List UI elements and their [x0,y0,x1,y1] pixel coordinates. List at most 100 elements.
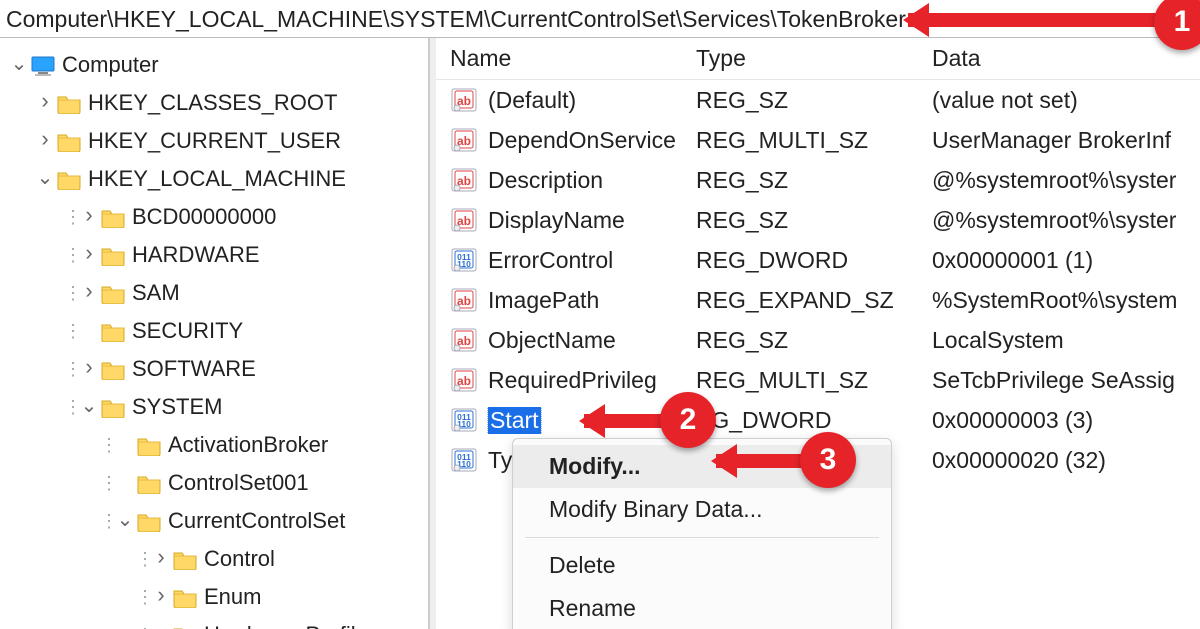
menu-separator [525,537,879,538]
tree-label: HARDWARE [130,242,260,268]
column-headers[interactable]: Name Type Data [436,38,1200,80]
chevron-right-icon[interactable] [150,584,172,610]
value-data: 0x00000001 (1) [932,247,1200,274]
value-row[interactable]: ErrorControl REG_DWORD0x00000001 (1) [436,240,1200,280]
folder-icon [100,282,126,304]
tree-line: ⋮ [100,511,114,532]
col-type[interactable]: Type [696,45,932,72]
folder-icon [56,130,82,152]
tree-line: ⋮ [64,359,78,380]
tree-node-hkcu[interactable]: HKEY_CURRENT_USER [8,122,428,160]
col-data[interactable]: Data [932,45,1200,72]
value-data: @%systemroot%\syster [932,167,1200,194]
tree-pane[interactable]: Computer HKEY_CLASSES_ROOT HKEY_CURRENT_… [0,38,430,629]
col-name[interactable]: Name [436,45,696,72]
menu-rename[interactable]: Rename [513,587,891,629]
folder-icon [56,168,82,190]
value-name: RequiredPrivileg [488,367,657,394]
tree-node-sam[interactable]: ⋮ SAM [8,274,428,312]
tree-node-control[interactable]: ⋮ Control [8,540,428,578]
value-type: REG_DWORD [696,247,932,274]
value-name: Start [488,407,541,434]
annotation-badge-3: 3 [800,432,856,488]
chevron-down-icon[interactable] [8,53,30,78]
regedit-window: Computer\HKEY_LOCAL_MACHINE\SYSTEM\Curre… [0,0,1200,629]
tree-label: Hardware Profiles [202,622,379,629]
value-name: ImagePath [488,287,599,314]
menu-delete[interactable]: Delete [513,544,891,587]
tree-node-currentcontrolset[interactable]: ⋮ CurrentControlSet [8,502,428,540]
tree-node-hkcr[interactable]: HKEY_CLASSES_ROOT [8,84,428,122]
chevron-right-icon[interactable] [150,546,172,572]
computer-icon [30,54,56,76]
chevron-right-icon[interactable] [34,128,56,154]
tree-line: ⋮ [64,245,78,266]
value-name: ErrorControl [488,247,613,274]
annotation-arrow-2 [584,414,666,428]
tree-node-system[interactable]: ⋮ SYSTEM [8,388,428,426]
value-type: EG_DWORD [696,407,932,434]
tree-line: ⋮ [64,283,78,304]
reg-binary-icon [450,247,478,273]
folder-icon [172,586,198,608]
folder-icon [100,396,126,418]
tree-node-computer[interactable]: Computer [8,46,428,84]
folder-icon [172,624,198,629]
value-row[interactable]: RequiredPrivilegREG_MULTI_SZSeTcbPrivile… [436,360,1200,400]
chevron-right-icon[interactable] [78,242,100,268]
tree-line: ⋮ [136,587,150,608]
value-data: UserManager BrokerInf [932,127,1200,154]
tree-node-security[interactable]: ⋮ SECURITY [8,312,428,350]
chevron-down-icon[interactable] [34,167,56,192]
value-data: @%systemroot%\syster [932,207,1200,234]
value-row[interactable]: ImagePathREG_EXPAND_SZ%SystemRoot%\syste… [436,280,1200,320]
tree-line: ⋮ [136,625,150,629]
tree-label: CurrentControlSet [166,508,345,534]
reg-binary-icon [450,447,478,473]
values-pane[interactable]: Name Type Data (Default)REG_SZ(value not… [436,38,1200,629]
tree-node-software[interactable]: ⋮ SOFTWARE [8,350,428,388]
value-row[interactable]: (Default)REG_SZ(value not set) [436,80,1200,120]
value-type: REG_SZ [696,327,932,354]
folder-icon [136,510,162,532]
value-name: DisplayName [488,207,625,234]
tree-line: ⋮ [100,473,114,494]
value-row[interactable]: DisplayNameREG_SZ@%systemroot%\syster [436,200,1200,240]
tree-label: ControlSet001 [166,470,309,496]
tree-node-enum[interactable]: ⋮ Enum [8,578,428,616]
folder-icon [100,206,126,228]
value-row[interactable]: ObjectNameREG_SZLocalSystem [436,320,1200,360]
chevron-right-icon[interactable] [78,280,100,306]
chevron-down-icon[interactable] [78,395,100,420]
value-type: REG_SZ [696,167,932,194]
tree-line: ⋮ [64,207,78,228]
tree-node-hklm[interactable]: HKEY_LOCAL_MACHINE [8,160,428,198]
tree-label: Enum [202,584,261,610]
chevron-right-icon[interactable] [150,622,172,629]
tree-label: HKEY_CURRENT_USER [86,128,341,154]
value-row[interactable]: DescriptionREG_SZ@%systemroot%\syster [436,160,1200,200]
value-data: LocalSystem [932,327,1200,354]
value-data: (value not set) [932,87,1200,114]
tree-node-hwprofiles[interactable]: ⋮ Hardware Profiles [8,616,428,629]
tree-node-activationbroker[interactable]: ⋮ ActivationBroker [8,426,428,464]
tree-label: ActivationBroker [166,432,328,458]
tree-node-hardware[interactable]: ⋮ HARDWARE [8,236,428,274]
value-name: Ty [488,447,512,474]
value-row[interactable]: DependOnServiceREG_MULTI_SZUserManager B… [436,120,1200,160]
menu-modify-bin[interactable]: Modify Binary Data... [513,488,891,531]
value-type: REG_MULTI_SZ [696,367,932,394]
folder-icon [136,434,162,456]
tree-node-controlset001[interactable]: ⋮ ControlSet001 [8,464,428,502]
reg-string-icon [450,287,478,313]
tree-line: ⋮ [64,397,78,418]
folder-icon [100,358,126,380]
chevron-right-icon[interactable] [78,204,100,230]
chevron-right-icon[interactable] [34,90,56,116]
value-type: REG_SZ [696,87,932,114]
value-name: DependOnService [488,127,676,154]
chevron-right-icon[interactable] [78,356,100,382]
tree-node-bcd[interactable]: ⋮ BCD00000000 [8,198,428,236]
chevron-down-icon[interactable] [114,509,136,534]
value-data: %SystemRoot%\system [932,287,1200,314]
